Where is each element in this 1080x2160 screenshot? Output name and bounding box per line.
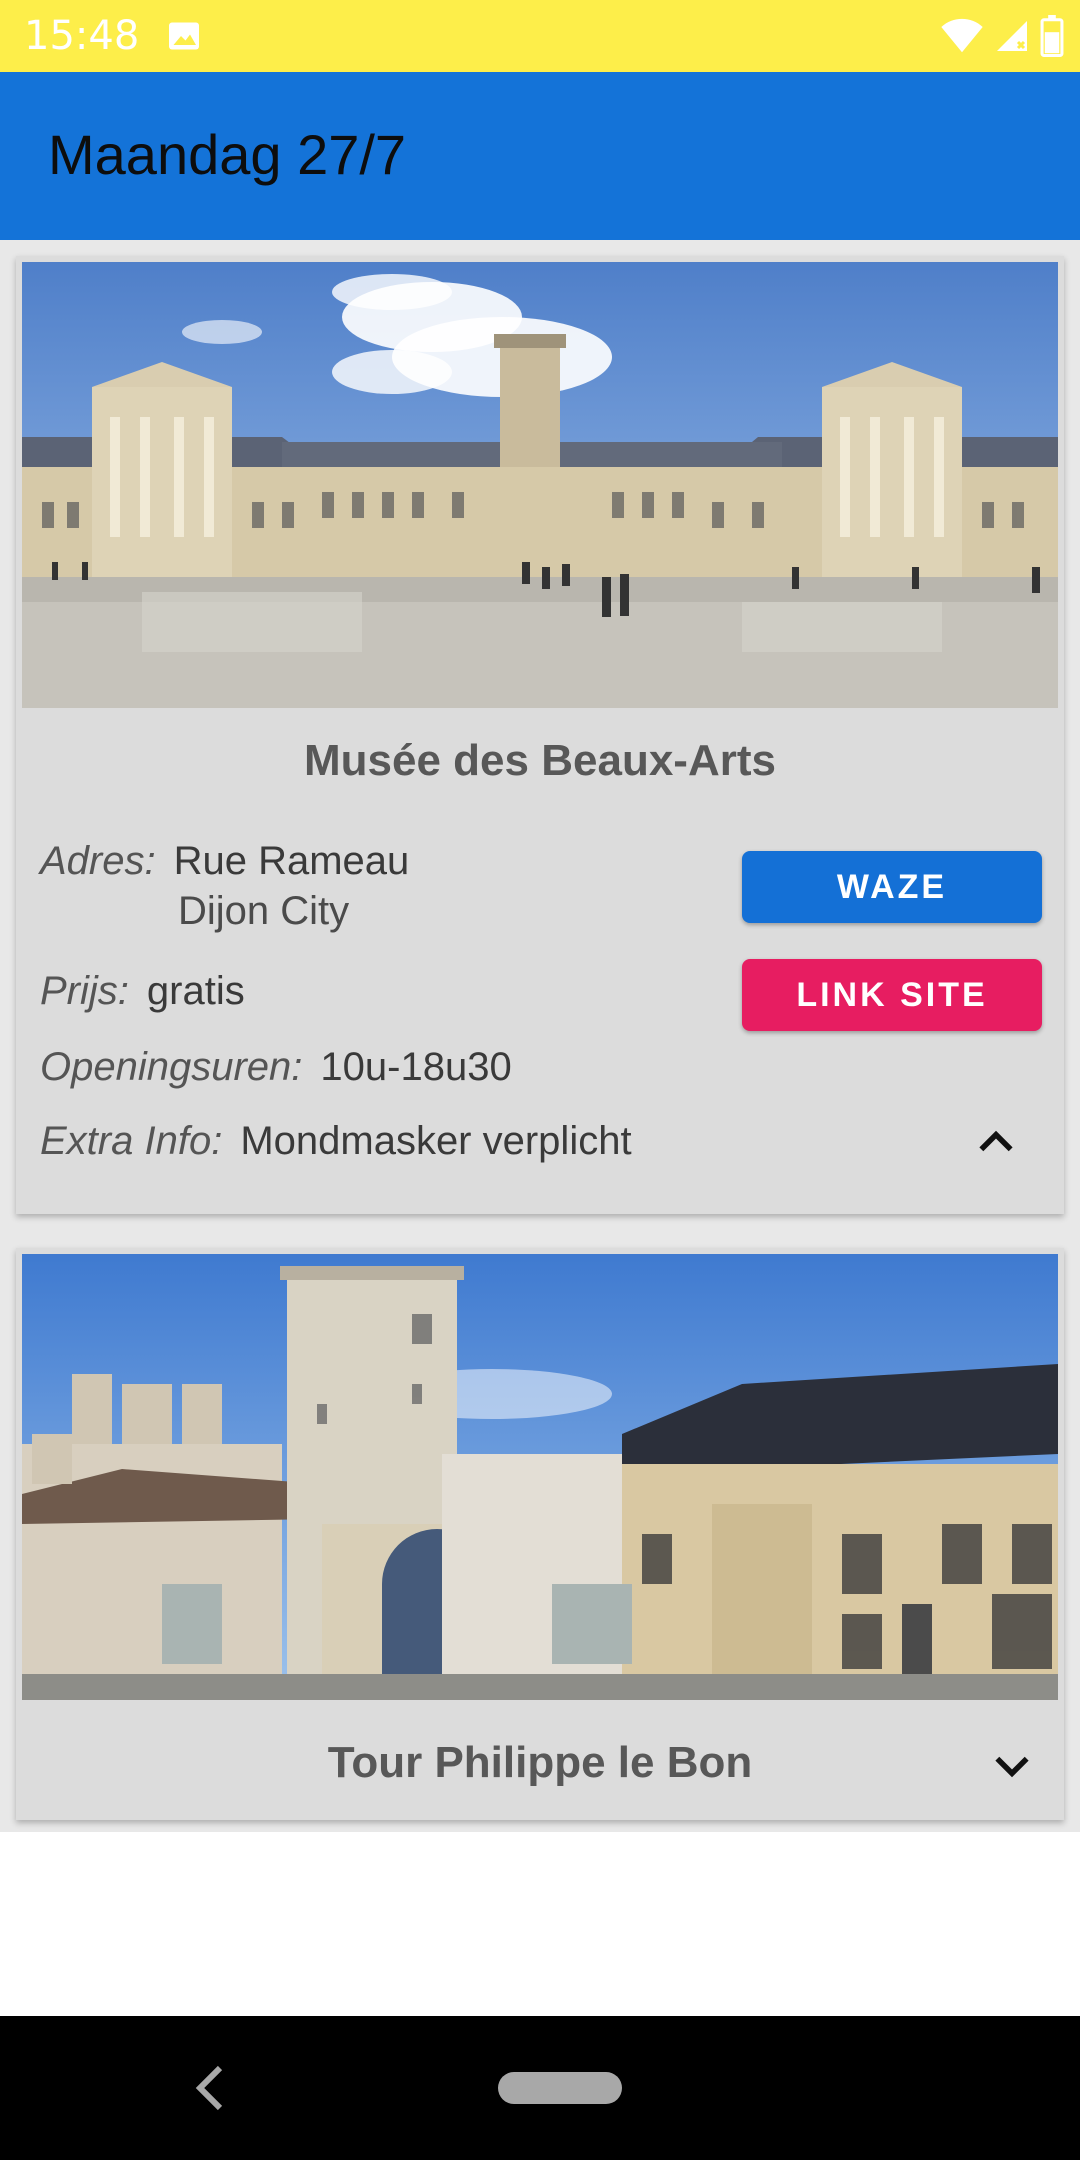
attraction-card[interactable]: Tour Philippe le Bon: [16, 1248, 1064, 1820]
home-pill-button[interactable]: [498, 2072, 622, 2104]
extra-info-label: Extra Info:: [40, 1119, 223, 1163]
extra-info-value: Mondmasker verplicht: [240, 1119, 632, 1163]
price-value: gratis: [146, 969, 245, 1013]
navigation-bar: [0, 2016, 1080, 2160]
hours-row: Openingsuren: 10u-18u30: [40, 1042, 512, 1092]
card-title: Tour Philippe le Bon: [327, 1738, 753, 1787]
hours-label: Openingsuren:: [40, 1045, 303, 1089]
chevron-up-icon[interactable]: [974, 1120, 1018, 1164]
price-row: Prijs: gratis: [40, 966, 245, 1016]
attraction-photo: [22, 1254, 1058, 1700]
extra-info-row: Extra Info: Mondmasker verplicht: [40, 1116, 632, 1166]
address-row: Adres: Rue Rameau: [40, 836, 409, 886]
attraction-card[interactable]: Musée des Beaux-Arts Adres: Rue Rameau Di…: [16, 256, 1064, 1214]
price-label: Prijs:: [40, 969, 129, 1013]
link-site-button[interactable]: LINK SITE: [742, 959, 1042, 1031]
address-line2: Dijon City: [178, 889, 350, 933]
status-time: 15:48: [24, 13, 140, 59]
wifi-icon: [941, 18, 983, 53]
signal-icon: [997, 21, 1027, 51]
battery-icon: [1040, 15, 1064, 57]
address-label: Adres:: [40, 839, 156, 883]
back-icon[interactable]: [192, 2060, 228, 2116]
chevron-down-icon[interactable]: [990, 1744, 1034, 1788]
waze-button[interactable]: WAZE: [742, 851, 1042, 923]
image-icon: [169, 22, 199, 50]
content-list[interactable]: Musée des Beaux-Arts Adres: Rue Rameau Di…: [0, 240, 1080, 1832]
status-icons: [940, 12, 1064, 60]
attraction-photo: [22, 262, 1058, 708]
page-title: Maandag 27/7: [48, 123, 407, 186]
status-bar: 15:48: [0, 0, 1080, 72]
app-bar: Maandag 27/7: [0, 72, 1080, 240]
address-line1: Rue Rameau: [173, 839, 410, 883]
empty-space: [0, 1832, 1080, 2016]
hours-value: 10u-18u30: [320, 1045, 512, 1089]
card-title: Musée des Beaux-Arts: [304, 736, 776, 785]
